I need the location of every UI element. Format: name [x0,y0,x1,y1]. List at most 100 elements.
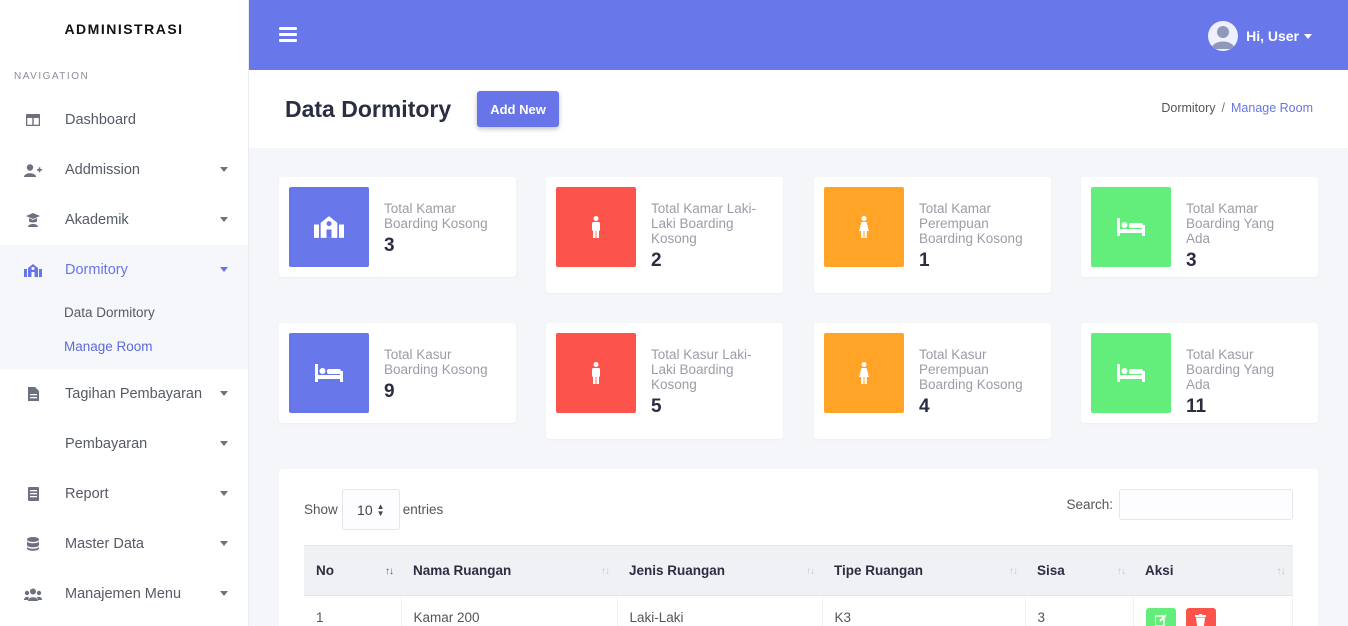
sidebar-item-label: Manajemen Menu [65,586,182,602]
chevron-down-icon [220,441,228,446]
stat-label: Total Kasur Laki-Laki Boarding Kosong [651,347,752,392]
stat-value: 2 [651,250,662,271]
table-card: Show 10 ▲ ▼ entries Search: No ↑↓ Nama Rua… [279,469,1318,626]
cell-no: 1 [304,595,402,626]
dormitory-submenu: Data Dormitory Manage Room [0,295,248,369]
sidebar-item-manajemen-menu[interactable]: Manajemen Menu [0,569,248,619]
table-row: 1 Kamar 200 Laki-Laki K3 3 [304,595,1293,626]
sidebar: ADMINISTRASI NAVIGATION Dashboard Addmis… [0,0,249,626]
sidebar-item-dormitory[interactable]: Dormitory [0,245,248,295]
edit-button[interactable] [1145,608,1176,626]
stat-value: 1 [919,250,930,271]
stat-label: Total Kasur Perempuan Boarding Kosong [919,347,1023,392]
sidebar-item-label: Pembayaran [65,436,148,452]
column-header-tipe-ruangan[interactable]: Tipe Ruangan ↑↓ [822,545,1025,596]
navigation-heading: NAVIGATION [14,71,90,82]
graduate-icon [24,211,42,229]
stat-tile [1091,333,1171,413]
sidebar-item-label: Dormitory [65,262,128,278]
breadcrumb-parent[interactable]: Dormitory [1161,101,1215,115]
users-icon [24,585,42,603]
stat-value: 3 [1186,250,1197,271]
stat-label: Total Kasur Boarding Kosong [384,347,488,377]
sidebar-item-dashboard[interactable]: Dashboard [0,95,248,145]
user-plus-icon [24,161,42,179]
add-new-button[interactable]: Add New [477,91,559,127]
stat-card: Total Kamar Boarding Kosong 3 [279,177,516,277]
stat-label: Total Kamar Perempuan Boarding Kosong [919,201,1023,246]
search-label: Search: [1066,497,1113,512]
chevron-down-icon [1304,33,1312,39]
stat-label: Total Kamar Laki-Laki Boarding Kosong [651,201,757,246]
sidebar-item-master-data[interactable]: Master Data [0,519,248,569]
sidebar-item-akademik[interactable]: Akademik [0,195,248,245]
user-greeting: Hi, User [1246,28,1299,44]
page-header: Data Dormitory Add New Dormitory / Manage … [249,70,1348,148]
sidebar-item-label: Report [65,486,109,502]
search-input[interactable] [1119,489,1293,520]
stat-card: Total Kasur Perempuan Boarding Kosong 4 [814,323,1051,439]
sidebar-item-label: Dashboard [65,112,136,128]
stat-card: Total Kamar Perempuan Boarding Kosong 1 [814,177,1051,293]
stat-tile [824,187,904,267]
submenu-item-manage-room[interactable]: Manage Room [0,329,248,363]
sort-icon: ↑↓ [1009,566,1018,577]
school-building-icon [314,216,344,238]
sidebar-item-report[interactable]: Report [0,469,248,519]
submenu-item-data-dormitory[interactable]: Data Dormitory [0,295,248,329]
column-header-sisa[interactable]: Sisa ↑↓ [1025,545,1133,596]
column-header-aksi[interactable]: Aksi ↑↓ [1133,545,1293,596]
stat-card: Total Kasur Boarding Yang Ada 11 [1081,323,1318,423]
report-icon [24,485,42,503]
sidebar-item-label: Addmission [65,162,140,178]
column-header-nama-ruangan[interactable]: Nama Ruangan ↑↓ [401,545,617,596]
sort-icon: ↑↓ [806,566,815,577]
entries-label: entries [402,502,444,517]
chevron-down-icon [220,541,228,546]
stat-card: Total Kasur Boarding Kosong 9 [279,323,516,423]
stat-tile [1091,187,1171,267]
show-label: Show [304,502,338,517]
sidebar-item-addmission[interactable]: Addmission [0,145,248,195]
sidebar-item-tagihan-pembayaran[interactable]: Tagihan Pembayaran [0,369,248,419]
hamburger-menu-icon[interactable] [279,27,297,42]
male-icon [592,216,600,238]
stat-value: 4 [919,396,930,417]
edit-icon [1154,614,1167,626]
stat-label: Total Kamar Boarding Yang Ada [1186,201,1275,246]
breadcrumb-separator: / [1221,101,1225,115]
sort-icon: ↑↓ [1276,566,1286,577]
female-icon [859,216,869,238]
delete-button[interactable] [1185,608,1216,626]
brand-title: ADMINISTRASI [64,21,184,37]
sort-icon: ↑↓ [1117,566,1126,577]
entries-value: 10 [357,501,373,518]
sort-icon: ↑↓ [601,566,610,577]
male-icon [592,362,600,384]
column-header-jenis-ruangan[interactable]: Jenis Ruangan ↑↓ [617,545,822,596]
chevron-down-icon [220,167,228,172]
breadcrumb: Dormitory / Manage Room [1161,101,1313,115]
entries-select[interactable]: 10 ▲ ▼ [341,489,400,530]
stat-card: Total Kamar Laki-Laki Boarding Kosong 2 [546,177,783,293]
sort-updown-icon: ▲ ▼ [376,501,385,518]
database-icon [24,535,42,553]
trash-icon [1195,614,1206,626]
stat-value: 11 [1186,396,1207,417]
breadcrumb-current: Manage Room [1231,101,1313,115]
cell-aksi [1133,595,1293,626]
bed-icon [1117,364,1145,382]
user-menu[interactable]: Hi, User [1208,21,1312,51]
column-header-no[interactable]: No ↑↓ [304,545,401,596]
sidebar-item-pembayaran[interactable]: Pembayaran [0,419,248,469]
cell-sisa: 3 [1025,595,1134,626]
bed-icon [1117,218,1145,236]
sidebar-item-label: Akademik [65,212,129,228]
sidebar-item-label: Master Data [65,536,144,552]
stat-tile [289,333,369,413]
cell-tipe-ruangan: K3 [822,595,1026,626]
topbar: Hi, User [249,0,1348,70]
table-header-row: No ↑↓ Nama Ruangan ↑↓ Jenis Ruangan ↑↓ Tipe… [304,545,1293,596]
cell-jenis-ruangan: Laki-Laki [617,595,823,626]
columns-icon [24,111,42,129]
